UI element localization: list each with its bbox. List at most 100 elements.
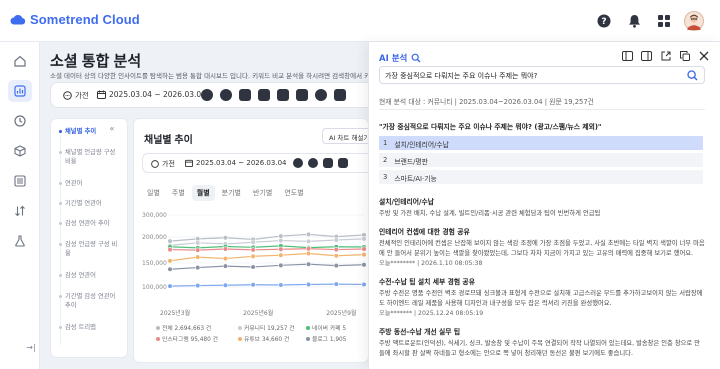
data-point[interactable]	[361, 246, 367, 252]
data-point[interactable]	[250, 239, 256, 245]
list-icon[interactable]	[8, 170, 32, 192]
tab-half-yearly[interactable]: 반기별	[248, 185, 277, 201]
search-icon[interactable]	[687, 70, 698, 81]
tab-yearly[interactable]: 연도별	[279, 185, 308, 201]
data-point[interactable]	[195, 240, 201, 246]
data-point[interactable]	[222, 235, 229, 241]
nav-item-sentiment-words[interactable]: 감성 연관어	[59, 271, 123, 280]
data-point[interactable]	[361, 281, 367, 288]
ai-chart-explainer-button[interactable]: AI 차트 해설기	[322, 128, 368, 144]
twitter-icon[interactable]	[296, 89, 308, 101]
clock-icon[interactable]	[8, 110, 32, 132]
data-point[interactable]	[305, 231, 312, 237]
legend-item[interactable]: 커뮤니티 19,257 건	[238, 323, 295, 332]
topic-option-1[interactable]: 1 설치/인테리어/수납	[379, 136, 703, 150]
sort-icon[interactable]	[8, 200, 32, 222]
data-point[interactable]	[167, 258, 173, 264]
data-point[interactable]	[167, 266, 173, 272]
data-point[interactable]	[333, 253, 339, 259]
data-point[interactable]	[305, 261, 312, 267]
blog-icon[interactable]	[323, 158, 333, 168]
tab-quarterly[interactable]: 분기별	[217, 185, 246, 201]
legend-item[interactable]: 전체 2,694,663 건	[156, 323, 211, 332]
legend-item[interactable]: 네이버 카페 5	[306, 323, 346, 332]
tab-weekly[interactable]: 주별	[167, 185, 190, 201]
legend-item[interactable]: 유튜브 34,660 건	[238, 334, 289, 343]
data-point[interactable]	[361, 252, 367, 258]
ai-query-input[interactable]: 가장 중심적으로 다뤄지는 주요 이슈나 주제는 뭐야?	[379, 66, 705, 84]
chart-icon[interactable]	[7, 80, 32, 102]
memo-icon[interactable]	[334, 89, 346, 101]
news-icon[interactable]	[315, 89, 327, 101]
box-icon[interactable]	[8, 140, 32, 162]
date-range-picker[interactable]: 2025.03.04 ~ 2026.03.04	[97, 90, 206, 99]
data-point[interactable]	[250, 264, 256, 270]
data-point[interactable]	[195, 264, 201, 271]
nav-item-period-sentiment[interactable]: 기간별 감성 연관어 추이	[59, 292, 123, 310]
data-point[interactable]	[250, 253, 256, 259]
data-point[interactable]	[305, 238, 312, 245]
nav-item-sentiment-treemap[interactable]: 감성 트리맵	[59, 323, 123, 332]
bell-icon[interactable]	[624, 11, 644, 31]
data-point[interactable]	[250, 282, 256, 288]
nav-item-period-related[interactable]: 기간별 연관어	[59, 199, 123, 208]
legend-item[interactable]: 인스타그램 95,480 건	[156, 334, 218, 343]
data-point[interactable]	[250, 247, 256, 253]
topic-option-2[interactable]: 2 브랜드/평판	[379, 153, 703, 167]
data-point[interactable]	[278, 233, 284, 239]
data-point[interactable]	[167, 238, 173, 244]
topic-option-3[interactable]: 3 스마트/AI·기능	[379, 170, 703, 184]
data-point[interactable]	[222, 255, 229, 262]
copy-icon[interactable]	[678, 49, 691, 62]
chart-mode-selector[interactable]: 가전	[151, 159, 175, 169]
instagram-icon[interactable]	[258, 89, 270, 101]
data-point[interactable]	[278, 252, 284, 258]
community-icon[interactable]	[293, 158, 303, 168]
chart-date-range-picker[interactable]: 2025.03.04 ~ 2026.03.04	[185, 159, 286, 167]
nav-item-sentiment-trend[interactable]: 감성 연관어 추이	[59, 219, 123, 228]
data-point[interactable]	[222, 263, 229, 269]
data-point[interactable]	[278, 262, 284, 268]
data-point[interactable]	[305, 246, 312, 252]
nav-item-sentiment-ratio[interactable]: 감성 언급량 구성 비율	[59, 240, 123, 258]
double-chevron-left-icon[interactable]: «	[104, 120, 120, 136]
sidebar-left-icon[interactable]	[621, 49, 634, 62]
data-point[interactable]	[222, 246, 229, 252]
flask-icon[interactable]	[8, 230, 32, 252]
data-point[interactable]	[195, 254, 201, 260]
cafe-icon[interactable]	[308, 158, 318, 168]
data-point[interactable]	[333, 262, 339, 269]
open-external-icon[interactable]	[659, 49, 672, 62]
cafe-icon[interactable]	[220, 89, 232, 101]
data-point[interactable]	[278, 246, 284, 252]
avatar[interactable]	[684, 11, 704, 31]
mode-selector[interactable]: 가전	[63, 90, 89, 101]
logo[interactable]: Sometrend Cloud	[10, 12, 140, 27]
data-point[interactable]	[222, 282, 229, 288]
data-point[interactable]	[167, 246, 173, 253]
data-point[interactable]	[195, 282, 201, 289]
data-point[interactable]	[278, 282, 284, 288]
data-point[interactable]	[305, 281, 312, 288]
data-point[interactable]	[278, 237, 284, 244]
nav-item-related-words[interactable]: 연관어	[59, 179, 123, 188]
instagram-icon[interactable]	[338, 158, 348, 168]
legend-item[interactable]: 블로그 1,905	[306, 334, 346, 343]
data-point[interactable]	[333, 246, 339, 253]
data-point[interactable]	[361, 236, 367, 242]
home-icon[interactable]	[8, 50, 32, 72]
close-icon[interactable]	[697, 49, 710, 62]
help-icon[interactable]: ?	[594, 11, 614, 31]
community-icon[interactable]	[201, 89, 213, 101]
data-point[interactable]	[333, 281, 339, 287]
tab-monthly[interactable]: 월별	[191, 185, 215, 201]
data-point[interactable]	[333, 237, 339, 243]
data-point[interactable]	[361, 262, 367, 268]
nav-item-channel-ratio[interactable]: 채널별 언급량 구성 비율	[59, 148, 123, 166]
blog-icon[interactable]	[239, 89, 251, 101]
grid-icon[interactable]	[654, 11, 674, 31]
tab-daily[interactable]: 일별	[142, 185, 165, 201]
youtube-icon[interactable]	[277, 89, 289, 101]
data-point[interactable]	[195, 247, 201, 253]
data-point[interactable]	[305, 250, 312, 257]
